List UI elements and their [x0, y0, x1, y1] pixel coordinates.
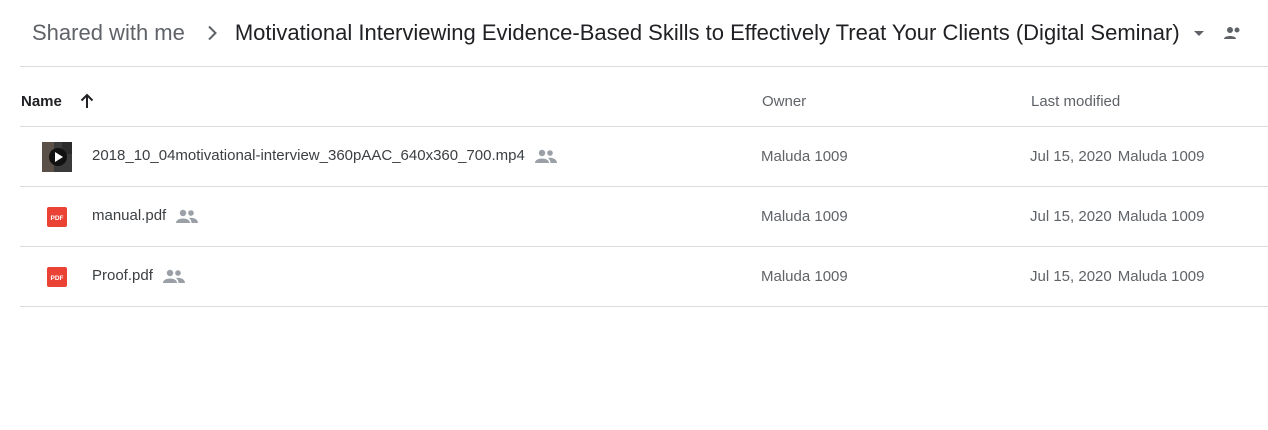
caret-down-icon[interactable] [1189, 23, 1209, 43]
people-icon[interactable] [1223, 23, 1243, 43]
owner-cell: Maluda 1009 [761, 208, 848, 225]
owner-cell: Maluda 1009 [761, 268, 848, 285]
file-list-table: Name Owner Last modified 2018_10_04motiv… [20, 67, 1268, 307]
modified-date: Jul 15, 2020 [1030, 148, 1112, 165]
last-modified-cell: Jul 15, 2020 Maluda 1009 [1030, 148, 1204, 165]
file-name-cell: 2018_10_04motivational-interview_360pAAC… [92, 147, 557, 164]
modified-by: Maluda 1009 [1117, 208, 1205, 225]
pdf-icon-label: PDF [51, 275, 64, 282]
file-name-cell: manual.pdf [92, 207, 199, 224]
table-header: Name Owner Last modified [20, 67, 1268, 127]
file-name[interactable]: Proof.pdf [92, 267, 153, 284]
file-name[interactable]: 2018_10_04motivational-interview_360pAAC… [92, 147, 525, 164]
last-modified-cell: Jul 15, 2020 Maluda 1009 [1030, 208, 1204, 225]
table-row[interactable]: 2018_10_04motivational-interview_360pAAC… [20, 127, 1268, 187]
last-modified-cell: Jul 15, 2020 Maluda 1009 [1030, 268, 1204, 285]
file-name-cell: Proof.pdf [92, 267, 185, 284]
pdf-icon: PDF [42, 202, 72, 232]
modified-date: Jul 15, 2020 [1030, 268, 1112, 285]
shared-people-icon [162, 269, 185, 283]
shared-people-icon [176, 209, 199, 223]
breadcrumb: Shared with me Motivational Interviewing… [20, 0, 1268, 67]
chevron-right-icon [200, 21, 224, 45]
column-header-last-modified[interactable]: Last modified [1031, 93, 1120, 110]
pdf-icon-label: PDF [51, 215, 64, 222]
breadcrumb-current-folder[interactable]: Motivational Interviewing Evidence-Based… [235, 20, 1180, 46]
video-play-icon [42, 142, 72, 172]
arrow-up-icon[interactable] [78, 92, 96, 110]
modified-by: Maluda 1009 [1117, 268, 1205, 285]
owner-cell: Maluda 1009 [761, 148, 848, 165]
breadcrumb-shared-with-me[interactable]: Shared with me [32, 20, 185, 46]
modified-date: Jul 15, 2020 [1030, 208, 1112, 225]
table-row[interactable]: PDF manual.pdf Maluda 1009 Jul 15, 2020 M… [20, 187, 1268, 247]
drive-folder-view: Shared with me Motivational Interviewing… [0, 0, 1268, 430]
modified-by: Maluda 1009 [1117, 148, 1205, 165]
column-header-name[interactable]: Name [21, 93, 62, 110]
table-row[interactable]: PDF Proof.pdf Maluda 1009 Jul 15, 2020 Ma… [20, 247, 1268, 307]
shared-people-icon [534, 149, 557, 163]
pdf-icon: PDF [42, 262, 72, 292]
file-name[interactable]: manual.pdf [92, 207, 166, 224]
column-header-owner[interactable]: Owner [762, 93, 806, 110]
